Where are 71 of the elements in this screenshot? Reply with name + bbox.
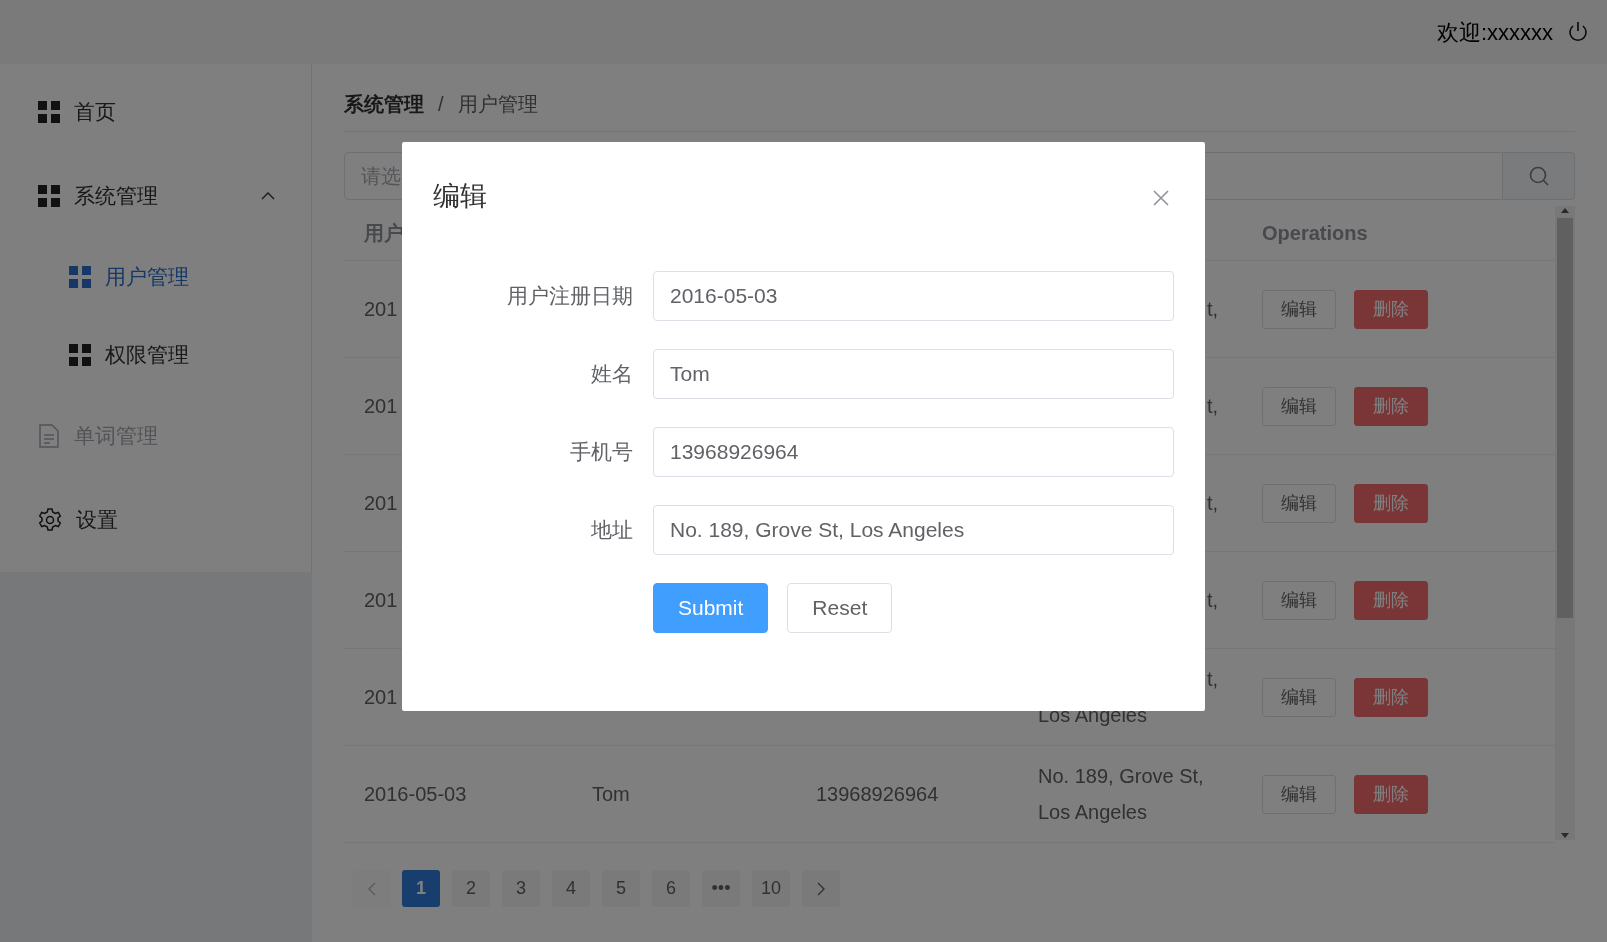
sidebar-item[interactable]: 设置 xyxy=(0,478,311,562)
field-label: 姓名 xyxy=(590,360,634,387)
input-field[interactable]: 13968926964 xyxy=(653,426,1174,477)
chevron-icon xyxy=(261,192,275,200)
edit-button[interactable]: 编辑 xyxy=(1262,677,1336,717)
delete-button[interactable]: 删除 xyxy=(1354,483,1428,523)
table-cell: 201 xyxy=(364,298,398,320)
edit-button[interactable]: 编辑 xyxy=(1262,483,1336,523)
grid-icon xyxy=(38,101,60,123)
table-cell: 13968926964 xyxy=(816,783,939,805)
table-cell: 201 xyxy=(364,686,398,708)
delete-button[interactable]: 删除 xyxy=(1354,386,1428,426)
input-field[interactable]: 2016-05-03 xyxy=(653,270,1174,321)
page-button[interactable]: 3 xyxy=(502,870,540,907)
grid-icon xyxy=(69,266,91,288)
edit-button[interactable]: 编辑 xyxy=(1262,774,1336,814)
document-icon xyxy=(38,424,60,448)
table-cell-text: No. 189, Grove St, xyxy=(1038,764,1205,789)
sidebar-item[interactable]: 首页 xyxy=(0,70,311,154)
table-cell: 201 xyxy=(364,589,398,611)
dialog-title: 编辑 xyxy=(433,180,487,213)
page-button[interactable]: 1 xyxy=(402,870,440,907)
table-cell-text: t, xyxy=(1205,394,1218,419)
field-label: 地址 xyxy=(590,516,634,543)
page-button[interactable]: 6 xyxy=(652,870,690,907)
sidebar-item[interactable]: 权限管理 xyxy=(0,316,311,394)
page-button[interactable]: 2 xyxy=(452,870,490,907)
delete-button[interactable]: 删除 xyxy=(1354,677,1428,717)
edit-button[interactable]: 编辑 xyxy=(1262,386,1336,426)
table-cell: 201 xyxy=(364,395,398,417)
sidebar-item[interactable]: 系统管理 xyxy=(0,154,311,238)
sidebar-item[interactable]: 用户管理 xyxy=(0,238,311,316)
edit-button[interactable]: 编辑 xyxy=(1262,580,1336,620)
table-cell: 201 xyxy=(364,492,398,514)
table-cell: 2016-05-03 xyxy=(364,783,467,805)
breadcrumb-item[interactable]: 系统管理 xyxy=(344,89,424,119)
table-cell-text: t, xyxy=(1205,588,1218,613)
scroll-up-icon[interactable] xyxy=(1560,206,1570,214)
table-cell-text: Los Angeles xyxy=(1038,800,1148,825)
edit-button[interactable]: 编辑 xyxy=(1262,289,1336,329)
table-cell-text: t, xyxy=(1205,297,1218,322)
delete-button[interactable]: 删除 xyxy=(1354,774,1428,814)
search-icon xyxy=(1527,165,1550,187)
table-cell-text: t, xyxy=(1205,667,1218,692)
breadcrumb-item[interactable]: 用户管理 xyxy=(457,89,538,119)
breadcrumb-separator: / xyxy=(438,92,444,117)
input-field[interactable]: No. 189, Grove St, Los Angeles xyxy=(653,504,1174,555)
power-icon[interactable] xyxy=(1567,21,1589,43)
close-icon xyxy=(1152,188,1170,207)
page-button[interactable]: ••• xyxy=(702,870,740,907)
settings-icon xyxy=(38,508,62,532)
page-button[interactable]: 4 xyxy=(552,870,590,907)
table-cell: Tom xyxy=(592,783,630,805)
welcome-text: 欢迎:xxxxxx xyxy=(1436,18,1553,47)
field-label: 用户注册日期 xyxy=(506,282,634,309)
input-field[interactable]: Tom xyxy=(653,348,1174,399)
grid-icon xyxy=(38,185,60,207)
page-button[interactable]: 5 xyxy=(602,870,640,907)
next-page-button[interactable] xyxy=(802,870,840,907)
reset-button[interactable]: Reset xyxy=(787,582,893,633)
submit-button[interactable]: Submit xyxy=(653,582,769,633)
field-label: 手机号 xyxy=(569,438,634,465)
scrollbar[interactable] xyxy=(1555,206,1575,840)
table-cell-text: t, xyxy=(1205,491,1218,516)
delete-button[interactable]: 删除 xyxy=(1354,580,1428,620)
search-button[interactable] xyxy=(1503,152,1575,200)
scroll-down-icon[interactable] xyxy=(1560,832,1570,840)
chevron-right-icon xyxy=(816,881,826,896)
delete-button[interactable]: 删除 xyxy=(1354,289,1428,329)
grid-icon xyxy=(69,344,91,366)
page-button[interactable]: 10 xyxy=(752,870,790,907)
